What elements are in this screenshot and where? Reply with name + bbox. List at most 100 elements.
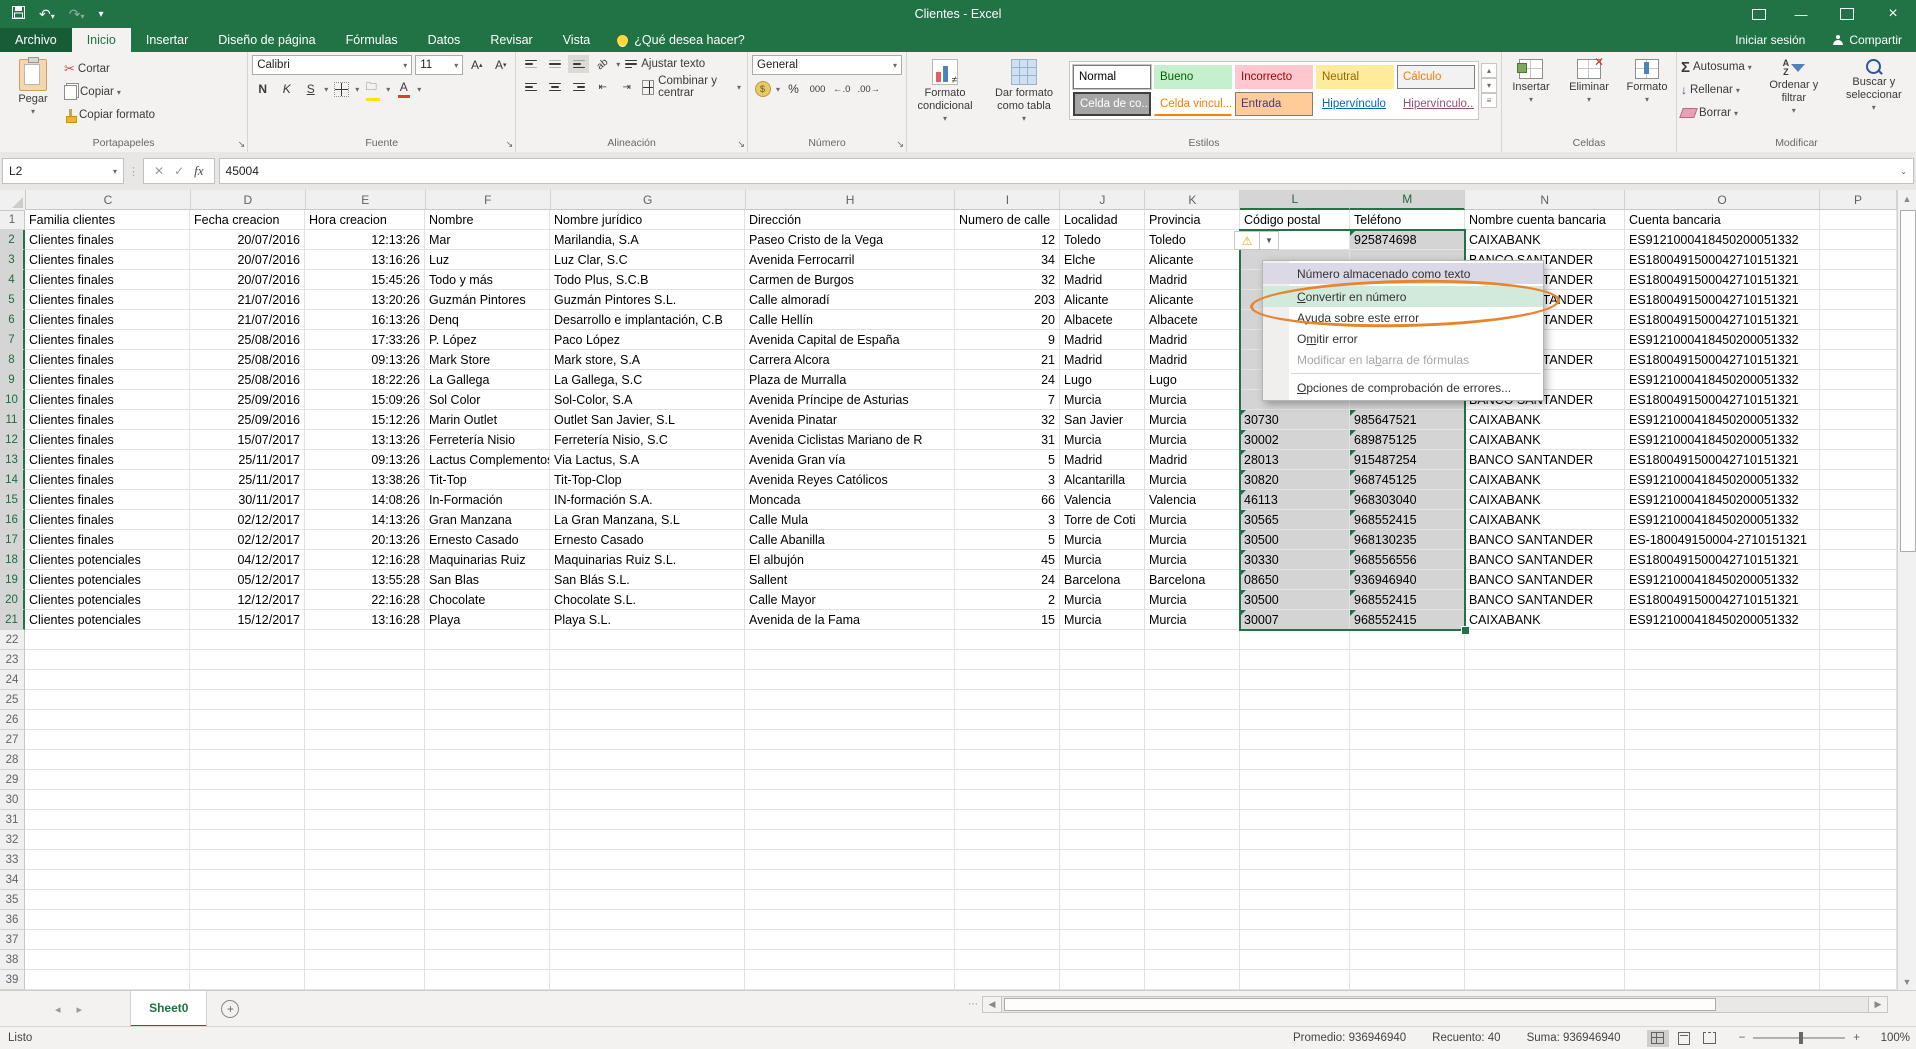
font-color-button[interactable]: A <box>393 80 414 98</box>
cell-P13[interactable] <box>1820 450 1897 470</box>
increase-indent-icon[interactable]: ⇥ <box>616 78 637 96</box>
cell-F6[interactable]: Denq <box>425 310 550 330</box>
cell-O11[interactable]: ES9121000418450200051332 <box>1625 410 1820 430</box>
cell-H39[interactable] <box>745 970 955 990</box>
cell-J37[interactable] <box>1060 930 1145 950</box>
error-checking-button[interactable]: ⚠ ▼ <box>1234 231 1279 250</box>
cell-H16[interactable]: Calle Mula <box>745 510 955 530</box>
cell-I35[interactable] <box>955 890 1060 910</box>
cell-J5[interactable]: Alicante <box>1060 290 1145 310</box>
cell-F24[interactable] <box>425 670 550 690</box>
insert-function-icon[interactable]: fx <box>194 163 203 179</box>
row-header-14[interactable]: 14 <box>0 470 25 490</box>
cell-C18[interactable]: Clientes potenciales <box>25 550 190 570</box>
cell-H2[interactable]: Paseo Cristo de la Vega <box>745 230 955 250</box>
cell-D22[interactable] <box>190 630 305 650</box>
cell-L21[interactable]: 30007 <box>1240 610 1350 630</box>
cell-E2[interactable]: 12:13:26 <box>305 230 425 250</box>
cell-P30[interactable] <box>1820 790 1897 810</box>
cell-C32[interactable] <box>25 830 190 850</box>
italic-button[interactable]: K <box>276 80 297 98</box>
cell-G27[interactable] <box>550 730 745 750</box>
cell-O33[interactable] <box>1625 850 1820 870</box>
cell-P27[interactable] <box>1820 730 1897 750</box>
cell-G2[interactable]: Marilandia, S.A <box>550 230 745 250</box>
cell-C4[interactable]: Clientes finales <box>25 270 190 290</box>
cell-I7[interactable]: 9 <box>955 330 1060 350</box>
cell-C39[interactable] <box>25 970 190 990</box>
cell-J10[interactable]: Murcia <box>1060 390 1145 410</box>
ribbon-tab-insertar[interactable]: Insertar <box>131 28 203 52</box>
cell-style-celdacom[interactable]: Celda de co... <box>1073 92 1151 116</box>
cell-M30[interactable] <box>1350 790 1465 810</box>
cell-E36[interactable] <box>305 910 425 930</box>
cell-N22[interactable] <box>1465 630 1625 650</box>
cell-O36[interactable] <box>1625 910 1820 930</box>
cell-F31[interactable] <box>425 810 550 830</box>
cell-G29[interactable] <box>550 770 745 790</box>
cell-K23[interactable] <box>1145 650 1240 670</box>
cell-E26[interactable] <box>305 710 425 730</box>
minimize-button[interactable]: — <box>1778 0 1824 28</box>
cell-D16[interactable]: 02/12/2017 <box>190 510 305 530</box>
cell-H10[interactable]: Avenida Príncipe de Asturias <box>745 390 955 410</box>
cell-J24[interactable] <box>1060 670 1145 690</box>
row-header-17[interactable]: 17 <box>0 530 25 550</box>
cell-P38[interactable] <box>1820 950 1897 970</box>
cell-O3[interactable]: ES1800491500042710151321 <box>1625 250 1820 270</box>
cell-H26[interactable] <box>745 710 955 730</box>
cell-L1[interactable]: Código postal <box>1240 210 1350 230</box>
cell-I33[interactable] <box>955 850 1060 870</box>
cell-K36[interactable] <box>1145 910 1240 930</box>
worksheet-grid[interactable]: CDEFGHIJKLMNOP 1Familia clientesFecha cr… <box>0 190 1897 990</box>
cell-O20[interactable]: ES1800491500042710151321 <box>1625 590 1820 610</box>
cell-P23[interactable] <box>1820 650 1897 670</box>
menu-item-modificar-en-la-barra-de-fórmu[interactable]: Modificar en la barra de fórmulas <box>1263 349 1543 370</box>
row-header-32[interactable]: 32 <box>0 830 25 850</box>
cell-J39[interactable] <box>1060 970 1145 990</box>
cell-G14[interactable]: Tit-Top-Clop <box>550 470 745 490</box>
cell-G12[interactable]: Ferretería Nisio, S.C <box>550 430 745 450</box>
cell-H3[interactable]: Avenida Ferrocarril <box>745 250 955 270</box>
cell-N14[interactable]: CAIXABANK <box>1465 470 1625 490</box>
cell-E6[interactable]: 16:13:26 <box>305 310 425 330</box>
zoom-in-icon[interactable]: + <box>1853 1032 1860 1044</box>
cell-L13[interactable]: 28013 <box>1240 450 1350 470</box>
cell-K6[interactable]: Albacete <box>1145 310 1240 330</box>
cell-L16[interactable]: 30565 <box>1240 510 1350 530</box>
formula-bar-expand-icon[interactable]: ⌄ <box>1900 167 1907 176</box>
row-header-33[interactable]: 33 <box>0 850 25 870</box>
cell-E4[interactable]: 15:45:26 <box>305 270 425 290</box>
cell-N15[interactable]: CAIXABANK <box>1465 490 1625 510</box>
cell-C29[interactable] <box>25 770 190 790</box>
row-header-35[interactable]: 35 <box>0 890 25 910</box>
cell-G36[interactable] <box>550 910 745 930</box>
copy-button[interactable]: Copiar▾ <box>64 82 155 102</box>
cell-C22[interactable] <box>25 630 190 650</box>
cell-G6[interactable]: Desarrollo e implantación, C.B <box>550 310 745 330</box>
cell-P6[interactable] <box>1820 310 1897 330</box>
cell-K21[interactable]: Murcia <box>1145 610 1240 630</box>
horizontal-scroll-thumb[interactable] <box>1004 998 1716 1011</box>
cell-E25[interactable] <box>305 690 425 710</box>
cell-J3[interactable]: Elche <box>1060 250 1145 270</box>
cell-N30[interactable] <box>1465 790 1625 810</box>
cell-K19[interactable]: Barcelona <box>1145 570 1240 590</box>
cell-E3[interactable]: 13:16:26 <box>305 250 425 270</box>
font-name-combobox[interactable]: Calibri▾ <box>252 55 412 75</box>
ribbon-display-options-icon[interactable] <box>1740 0 1778 28</box>
row-header-25[interactable]: 25 <box>0 690 25 710</box>
cell-I5[interactable]: 203 <box>955 290 1060 310</box>
decrease-font-icon[interactable]: A▾ <box>490 56 511 74</box>
cell-O19[interactable]: ES9121000418450200051332 <box>1625 570 1820 590</box>
cell-O27[interactable] <box>1625 730 1820 750</box>
cell-C12[interactable]: Clientes finales <box>25 430 190 450</box>
wrap-text-button[interactable]: Ajustar texto <box>623 55 707 73</box>
align-middle-icon[interactable] <box>544 55 565 73</box>
close-button[interactable]: × <box>1870 0 1916 28</box>
cell-H29[interactable] <box>745 770 955 790</box>
cell-H15[interactable]: Moncada <box>745 490 955 510</box>
cell-P5[interactable] <box>1820 290 1897 310</box>
ribbon-tab-datos[interactable]: Datos <box>413 28 476 52</box>
sheet-next-icon[interactable]: ▸ <box>69 991 91 1027</box>
